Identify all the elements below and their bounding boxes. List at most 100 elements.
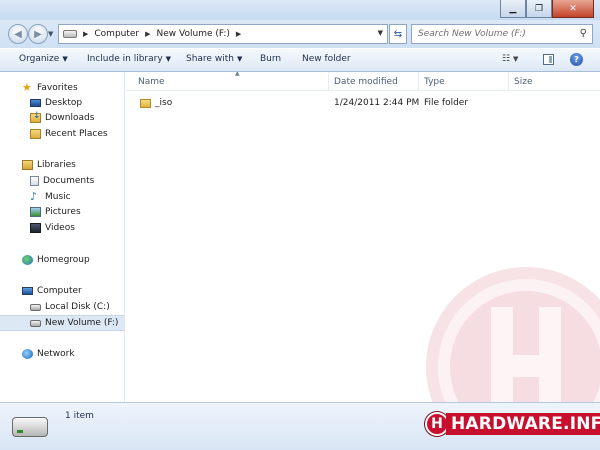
nav-network[interactable]: Network bbox=[0, 346, 124, 362]
table-row[interactable]: _iso 1/24/2011 2:44 PM File folder bbox=[126, 94, 600, 112]
brand-wordmark: HARDWARE.INFO bbox=[446, 413, 600, 435]
column-header-size[interactable]: Size bbox=[509, 72, 579, 91]
close-button[interactable]: ✕ bbox=[552, 0, 594, 18]
file-name-cell: _iso bbox=[140, 94, 172, 112]
column-header-type[interactable]: Type bbox=[419, 72, 509, 91]
documents-icon bbox=[30, 176, 39, 186]
chevron-down-icon: ▼ bbox=[236, 55, 243, 63]
folder-icon bbox=[140, 98, 151, 108]
nav-label: New Volume (F:) bbox=[45, 318, 119, 328]
help-button[interactable]: ? bbox=[570, 53, 583, 66]
local-disk-icon bbox=[30, 303, 41, 311]
window-controls: ▁ ❐ ✕ bbox=[500, 0, 594, 18]
file-date-cell: 1/24/2011 2:44 PM bbox=[334, 98, 420, 108]
nav-music[interactable]: ♪ Music bbox=[0, 189, 124, 205]
command-bar: Organize ▼ Include in library ▼ Share with… bbox=[0, 48, 600, 72]
nav-label: Downloads bbox=[45, 113, 95, 123]
share-with-button[interactable]: Share with ▼ bbox=[186, 54, 242, 64]
nav-recent-places[interactable]: Recent Places bbox=[0, 126, 124, 142]
nav-label: Favorites bbox=[37, 83, 78, 93]
chevron-down-icon: ▼ bbox=[62, 55, 68, 63]
help-icon: ? bbox=[574, 55, 579, 64]
breadcrumb-arrow-icon[interactable]: ▶ bbox=[236, 30, 241, 38]
column-header-date-modified[interactable]: Date modified bbox=[329, 72, 419, 91]
title-bar: ▁ ❐ ✕ bbox=[0, 0, 600, 20]
forward-button[interactable]: ▶ bbox=[28, 24, 48, 44]
file-type-cell: File folder bbox=[424, 98, 469, 108]
star-icon: ★ bbox=[22, 81, 32, 94]
include-in-library-label: Include in library bbox=[87, 54, 163, 64]
nav-pictures[interactable]: Pictures bbox=[0, 204, 124, 220]
address-history-dropdown[interactable]: ▼ bbox=[378, 29, 383, 37]
breadcrumb-new-volume[interactable]: New Volume (F:) bbox=[157, 29, 230, 39]
navigation-pane: ★ Favorites Desktop Downloads Recent Plac… bbox=[0, 72, 125, 402]
organize-label: Organize bbox=[19, 54, 60, 64]
nav-label: Network bbox=[37, 349, 75, 359]
downloads-icon bbox=[30, 111, 41, 123]
computer-icon bbox=[22, 287, 33, 295]
search-input[interactable] bbox=[412, 25, 572, 43]
refresh-icon: ⇆ bbox=[393, 28, 403, 40]
nav-label: Videos bbox=[45, 223, 75, 233]
nav-label: Libraries bbox=[37, 160, 76, 170]
minimize-button[interactable]: ▁ bbox=[500, 0, 526, 18]
back-arrow-icon: ◀ bbox=[14, 28, 22, 40]
nav-homegroup[interactable]: Homegroup bbox=[0, 252, 124, 268]
drive-large-icon bbox=[12, 417, 48, 437]
search-box[interactable]: ⚲ bbox=[411, 24, 593, 44]
nav-computer[interactable]: Computer bbox=[0, 283, 124, 299]
nav-label: Recent Places bbox=[45, 129, 108, 139]
nav-new-volume[interactable]: New Volume (F:) bbox=[0, 315, 124, 331]
preview-pane-button[interactable] bbox=[543, 54, 554, 65]
nav-label: Homegroup bbox=[37, 255, 90, 265]
change-view-button[interactable]: ☷ ▼ bbox=[502, 54, 518, 64]
column-header-name[interactable]: Name ▲ bbox=[133, 72, 329, 91]
breadcrumb-computer[interactable]: Computer bbox=[94, 29, 139, 39]
videos-icon bbox=[30, 223, 41, 233]
new-folder-button[interactable]: New folder bbox=[302, 54, 351, 64]
nav-label: Music bbox=[45, 192, 71, 202]
nav-favorites[interactable]: ★ Favorites bbox=[0, 80, 124, 96]
back-button[interactable]: ◀ bbox=[8, 24, 28, 44]
music-icon: ♪ bbox=[30, 190, 38, 203]
nav-label: Documents bbox=[43, 176, 95, 186]
nav-label: Desktop bbox=[45, 98, 83, 108]
desktop-icon bbox=[30, 99, 41, 107]
watermark-logo-icon bbox=[426, 267, 600, 402]
address-row: ◀ ▶ ▼ ▶ Computer ▶ New Volume (F:) ▶ ▼ ⇆… bbox=[0, 20, 600, 48]
nav-label: Pictures bbox=[45, 207, 81, 217]
address-bar[interactable]: ▶ Computer ▶ New Volume (F:) ▶ ▼ bbox=[58, 24, 388, 44]
column-headers: Name ▲ Date modified Type Size bbox=[126, 72, 600, 91]
organize-button[interactable]: Organize ▼ bbox=[19, 54, 68, 64]
file-list: Name ▲ Date modified Type Size _iso 1/24/… bbox=[126, 72, 600, 402]
item-count: 1 item bbox=[65, 411, 94, 421]
nav-videos[interactable]: Videos bbox=[0, 220, 124, 236]
brand-logo: H HARDWARE.INFO bbox=[425, 410, 600, 438]
nav-local-disk[interactable]: Local Disk (C:) bbox=[0, 299, 124, 315]
nav-label: Computer bbox=[37, 286, 82, 296]
forward-arrow-icon: ▶ bbox=[34, 28, 42, 40]
nav-desktop[interactable]: Desktop bbox=[0, 95, 124, 111]
refresh-button[interactable]: ⇆ bbox=[389, 24, 407, 44]
file-name: _iso bbox=[155, 98, 173, 108]
network-icon bbox=[22, 349, 33, 359]
drive-icon bbox=[30, 319, 41, 327]
maximize-button[interactable]: ❐ bbox=[526, 0, 552, 18]
breadcrumb-arrow-icon[interactable]: ▶ bbox=[145, 30, 150, 38]
nav-documents[interactable]: Documents bbox=[0, 173, 124, 189]
breadcrumb-arrow-icon[interactable]: ▶ bbox=[83, 30, 88, 38]
nav-downloads[interactable]: Downloads bbox=[0, 110, 124, 126]
burn-button[interactable]: Burn bbox=[260, 54, 281, 64]
homegroup-icon bbox=[22, 255, 33, 265]
nav-label: Local Disk (C:) bbox=[45, 302, 110, 312]
recent-pages-dropdown[interactable]: ▼ bbox=[48, 30, 53, 38]
include-in-library-button[interactable]: Include in library ▼ bbox=[87, 54, 171, 64]
nav-libraries[interactable]: Libraries bbox=[0, 157, 124, 173]
share-with-label: Share with bbox=[186, 54, 234, 64]
views-icon: ☷ bbox=[502, 54, 511, 64]
chevron-down-icon: ▼ bbox=[165, 55, 172, 63]
search-icon[interactable]: ⚲ bbox=[580, 28, 587, 39]
recent-places-icon bbox=[30, 129, 41, 139]
drive-icon bbox=[63, 30, 77, 38]
sort-ascending-icon: ▲ bbox=[235, 72, 240, 77]
